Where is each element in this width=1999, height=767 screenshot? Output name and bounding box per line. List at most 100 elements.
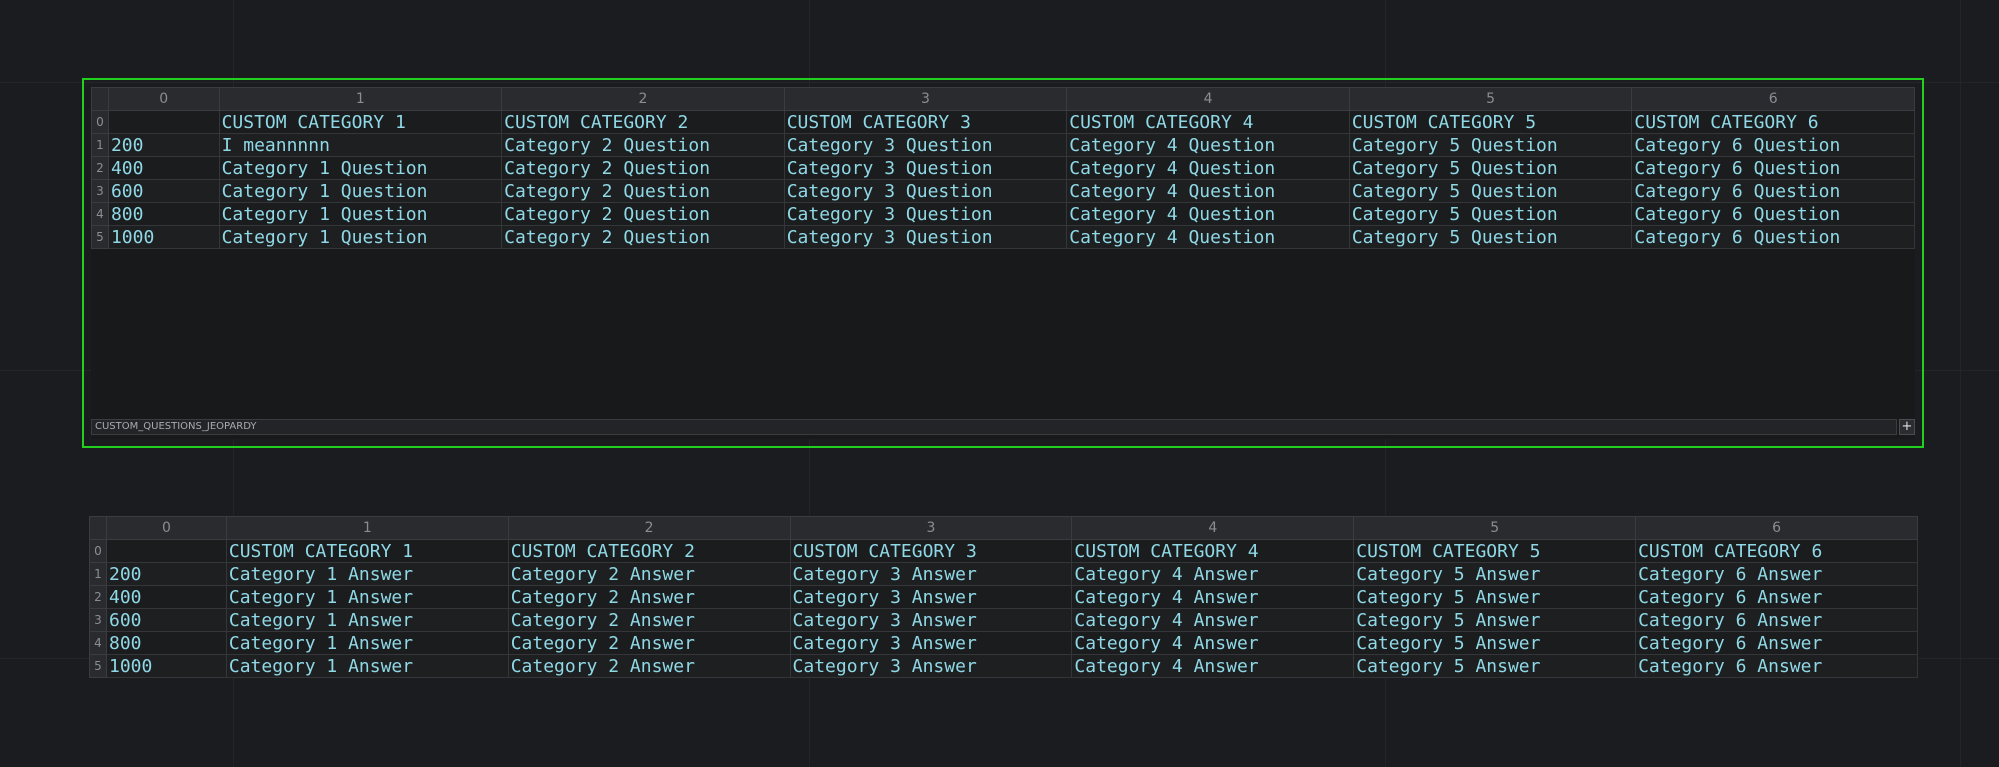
table-cell[interactable]: I meannnnn: [218, 133, 503, 157]
table-cell[interactable]: Category 3 Answer: [789, 654, 1073, 678]
table-cell[interactable]: Category 1 Answer: [225, 631, 509, 655]
table-cell[interactable]: 400: [105, 585, 227, 609]
table-cell[interactable]: CUSTOM CATEGORY 6: [1635, 539, 1918, 563]
table-cell[interactable]: 200: [105, 562, 227, 586]
table-cell[interactable]: Category 4 Answer: [1071, 654, 1355, 678]
table-cell[interactable]: Category 6 Answer: [1635, 562, 1918, 586]
table-cell[interactable]: Category 6 Answer: [1635, 585, 1918, 609]
table-cell[interactable]: Category 1 Answer: [225, 562, 509, 586]
table-cell[interactable]: Category 4 Answer: [1071, 608, 1355, 632]
table-cell[interactable]: Category 1 Answer: [225, 608, 509, 632]
table-cell[interactable]: [107, 110, 220, 134]
table-cell[interactable]: CUSTOM CATEGORY 5: [1348, 110, 1633, 134]
table-cell[interactable]: Category 1 Question: [218, 156, 503, 180]
table-cell[interactable]: Category 4 Question: [1066, 225, 1350, 249]
table-cell[interactable]: CUSTOM CATEGORY 2: [501, 110, 785, 134]
table-cell[interactable]: Category 1 Question: [218, 225, 503, 249]
table-cell[interactable]: Category 5 Answer: [1353, 654, 1637, 678]
table-cell[interactable]: Category 4 Question: [1066, 156, 1350, 180]
table-cell[interactable]: Category 4 Question: [1066, 179, 1350, 203]
row-index: 0: [89, 539, 107, 563]
table-cell[interactable]: Category 4 Answer: [1071, 585, 1355, 609]
table-cell[interactable]: Category 3 Question: [783, 156, 1068, 180]
table-cell[interactable]: Category 4 Answer: [1071, 562, 1355, 586]
table-cell[interactable]: 1000: [105, 654, 227, 678]
table-cell[interactable]: 800: [105, 631, 227, 655]
table-cell[interactable]: Category 5 Question: [1348, 133, 1633, 157]
table-cell[interactable]: Category 6 Question: [1631, 225, 1915, 249]
questions-table[interactable]: 0 1 2 3 4 5 6 0 CUSTOM CATEGORY 1 CUSTOM C…: [91, 87, 1915, 249]
row-index: 5: [91, 225, 109, 249]
table-cell[interactable]: Category 6 Question: [1631, 156, 1915, 180]
table-cell[interactable]: CUSTOM CATEGORY 4: [1066, 110, 1350, 134]
table-cell[interactable]: Category 2 Answer: [507, 608, 791, 632]
table-cell[interactable]: Category 6 Question: [1631, 133, 1915, 157]
table-name-field[interactable]: CUSTOM_QUESTIONS_JEOPARDY: [91, 419, 1897, 435]
table-cell[interactable]: CUSTOM CATEGORY 6: [1631, 110, 1915, 134]
row-index: 2: [89, 585, 107, 609]
table-cell[interactable]: 600: [105, 608, 227, 632]
table-cell[interactable]: Category 2 Answer: [507, 562, 791, 586]
table-cell[interactable]: 1000: [107, 225, 220, 249]
add-icon[interactable]: +: [1899, 419, 1915, 435]
questions-table-panel[interactable]: 0 1 2 3 4 5 6 0 CUSTOM CATEGORY 1 CUSTOM C…: [82, 78, 1924, 448]
answers-table[interactable]: 0 1 2 3 4 5 6 0 CUSTOM CATEGORY 1 CUSTOM C…: [89, 516, 1918, 678]
table-cell[interactable]: 200: [107, 133, 220, 157]
table-cell[interactable]: CUSTOM CATEGORY 3: [783, 110, 1068, 134]
column-header-row: 0 1 2 3 4 5 6: [89, 516, 1918, 540]
table-cell[interactable]: 800: [107, 202, 220, 226]
answers-table-panel[interactable]: 0 1 2 3 4 5 6 0 CUSTOM CATEGORY 1 CUSTOM C…: [89, 516, 1918, 678]
table-cell[interactable]: 600: [107, 179, 220, 203]
table-cell[interactable]: Category 3 Answer: [789, 585, 1073, 609]
table-cell[interactable]: Category 6 Answer: [1635, 608, 1918, 632]
table-cell[interactable]: Category 5 Answer: [1353, 631, 1637, 655]
table-cell[interactable]: Category 2 Question: [501, 202, 785, 226]
table-cell[interactable]: CUSTOM CATEGORY 3: [789, 539, 1073, 563]
table-cell[interactable]: Category 5 Answer: [1353, 608, 1637, 632]
table-cell[interactable]: Category 3 Question: [783, 179, 1068, 203]
table-cell[interactable]: Category 6 Question: [1631, 202, 1915, 226]
table-cell[interactable]: Category 4 Question: [1066, 133, 1350, 157]
table-cell[interactable]: Category 6 Answer: [1635, 631, 1918, 655]
table-cell[interactable]: Category 5 Question: [1348, 156, 1633, 180]
table-cell[interactable]: Category 2 Question: [501, 133, 785, 157]
table-cell[interactable]: Category 3 Answer: [789, 631, 1073, 655]
table-cell[interactable]: Category 1 Question: [218, 179, 503, 203]
row-index: 2: [91, 156, 109, 180]
table-cell[interactable]: Category 6 Question: [1631, 179, 1915, 203]
table-cell[interactable]: Category 3 Question: [783, 133, 1068, 157]
table-cell[interactable]: CUSTOM CATEGORY 2: [507, 539, 791, 563]
table-cell[interactable]: Category 2 Answer: [507, 585, 791, 609]
table-cell[interactable]: Category 6 Answer: [1635, 654, 1918, 678]
table-cell[interactable]: CUSTOM CATEGORY 1: [218, 110, 503, 134]
table-cell[interactable]: Category 3 Question: [783, 225, 1068, 249]
table-cell[interactable]: Category 5 Answer: [1353, 562, 1637, 586]
table-row: 1 200 Category 1 Answer Category 2 Answer Ca…: [89, 562, 1918, 586]
table-cell[interactable]: Category 4 Question: [1066, 202, 1350, 226]
table-cell[interactable]: Category 5 Answer: [1353, 585, 1637, 609]
table-cell[interactable]: Category 1 Question: [218, 202, 503, 226]
table-cell[interactable]: Category 2 Answer: [507, 654, 791, 678]
table-cell[interactable]: CUSTOM CATEGORY 1: [225, 539, 509, 563]
table-cell[interactable]: 400: [107, 156, 220, 180]
corner-cell: [89, 516, 107, 540]
table-cell[interactable]: Category 2 Question: [501, 179, 785, 203]
table-cell[interactable]: Category 2 Question: [501, 156, 785, 180]
table-row: 0 CUSTOM CATEGORY 1 CUSTOM CATEGORY 2 CUSTO…: [89, 539, 1918, 563]
table-cell[interactable]: CUSTOM CATEGORY 5: [1353, 539, 1637, 563]
table-cell[interactable]: Category 1 Answer: [225, 585, 509, 609]
table-cell[interactable]: Category 3 Question: [783, 202, 1068, 226]
table-cell[interactable]: CUSTOM CATEGORY 4: [1071, 539, 1355, 563]
table-cell[interactable]: Category 1 Answer: [225, 654, 509, 678]
table-cell[interactable]: Category 2 Question: [501, 225, 785, 249]
column-header: 0: [107, 87, 220, 111]
table-cell[interactable]: Category 5 Question: [1348, 179, 1633, 203]
table-cell[interactable]: [105, 539, 227, 563]
table-cell[interactable]: Category 2 Answer: [507, 631, 791, 655]
table-cell[interactable]: Category 3 Answer: [789, 562, 1073, 586]
table-cell[interactable]: Category 5 Question: [1348, 225, 1633, 249]
table-cell[interactable]: Category 5 Question: [1348, 202, 1633, 226]
table-cell[interactable]: Category 4 Answer: [1071, 631, 1355, 655]
questions-table-viewer[interactable]: 0 1 2 3 4 5 6 0 CUSTOM CATEGORY 1 CUSTOM C…: [91, 87, 1915, 439]
table-cell[interactable]: Category 3 Answer: [789, 608, 1073, 632]
